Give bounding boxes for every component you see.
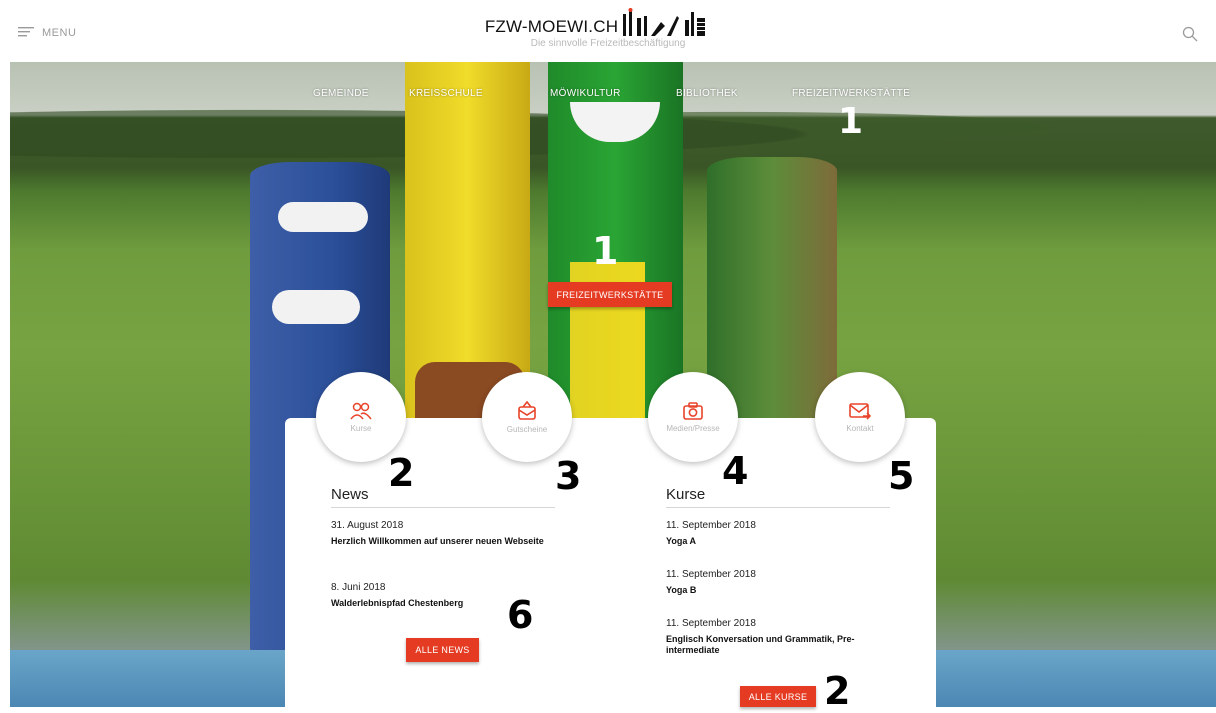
news-item-title[interactable]: Herzlich Willkommen auf unserer neuen We… xyxy=(331,536,551,547)
content-panel xyxy=(285,418,936,707)
annotation-marker: 3 xyxy=(555,454,582,498)
hero-post-blue-cloud xyxy=(272,290,360,324)
kurse-item-date: 11. September 2018 xyxy=(666,569,756,580)
nav-item-freizeitwerkstaette[interactable]: FREIZEITWERKSTÄTTE xyxy=(792,88,910,99)
annotation-marker: 6 xyxy=(507,593,534,637)
kurse-item-date: 11. September 2018 xyxy=(666,520,756,531)
users-icon xyxy=(350,402,372,419)
annotation-marker: 5 xyxy=(888,454,915,498)
gift-icon xyxy=(518,400,536,420)
search-icon[interactable] xyxy=(1182,26,1198,42)
kurse-item-title[interactable]: Yoga B xyxy=(666,585,891,596)
kurse-divider xyxy=(666,507,890,508)
tools-logo-icon xyxy=(623,8,706,36)
mail-icon xyxy=(849,402,871,420)
quicklink-label: Kontakt xyxy=(846,423,874,433)
all-kurse-button[interactable]: ALLE KURSE xyxy=(740,686,816,707)
news-item-date: 31. August 2018 xyxy=(331,520,404,531)
quicklink-kontakt[interactable]: Kontakt xyxy=(815,372,905,462)
logo-tagline: Die sinnvolle Freizeitbeschäftigung xyxy=(530,38,686,49)
site-header: MENU FZW-MOEWI.CH Die sinnvolle Freizeit… xyxy=(0,0,1216,62)
site-logo[interactable]: FZW-MOEWI.CH Die sinnvolle Freizeitbesch… xyxy=(0,8,1216,49)
nav-item-bibliothek[interactable]: BIBLIOTHEK xyxy=(676,88,738,99)
freizeitwerkstaette-cta-button[interactable]: FREIZEITWERKSTÄTTE xyxy=(548,282,672,307)
quicklink-kurse[interactable]: Kurse xyxy=(316,372,406,462)
logo-title: FZW-MOEWI.CH xyxy=(484,17,619,36)
nav-item-gemeinde[interactable]: GEMEINDE xyxy=(313,88,369,99)
hero-post-blue-cloud xyxy=(278,202,368,232)
news-item-date: 8. Juni 2018 xyxy=(331,582,386,593)
annotation-marker: 2 xyxy=(824,669,851,713)
quicklink-label: Kurse xyxy=(350,423,372,433)
quicklink-label: Medien/Presse xyxy=(666,423,720,433)
news-heading: News xyxy=(331,486,369,503)
annotation-marker: 1 xyxy=(592,229,619,273)
annotation-marker: 4 xyxy=(722,449,749,493)
kurse-item-title[interactable]: Yoga A xyxy=(666,536,891,547)
kurse-item-title[interactable]: Englisch Konversation und Grammatik, Pre… xyxy=(666,634,891,656)
nav-item-moewikultur[interactable]: MÖWIKULTUR xyxy=(550,88,621,99)
camera-icon xyxy=(683,401,703,420)
quicklink-label: Gutscheine xyxy=(506,424,548,434)
all-news-button[interactable]: ALLE NEWS xyxy=(406,638,479,662)
kurse-heading: Kurse xyxy=(666,486,706,503)
news-divider xyxy=(331,507,555,508)
kurse-item-date: 11. September 2018 xyxy=(666,618,756,629)
nav-item-kreisschule[interactable]: KREISSCHULE xyxy=(409,88,483,99)
annotation-marker: 2 xyxy=(388,451,415,495)
quicklink-gutscheine[interactable]: Gutscheine xyxy=(482,372,572,462)
annotation-marker: 1 xyxy=(838,101,864,142)
